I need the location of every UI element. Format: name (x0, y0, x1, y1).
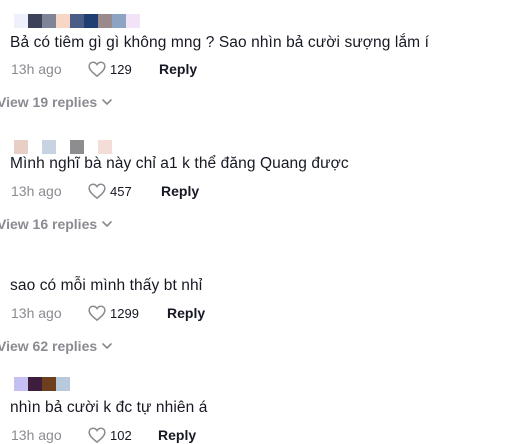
view-replies-button[interactable]: View 62 replies (0, 338, 112, 354)
view-replies-label: View 16 replies (0, 216, 98, 232)
comment-meta: 13h ago 102 Reply (11, 426, 196, 444)
comment-meta: 13h ago 457 Reply (11, 182, 199, 200)
reply-button[interactable]: Reply (167, 305, 205, 321)
like-button[interactable]: 129 (88, 61, 159, 77)
comment-timestamp: 13h ago (11, 305, 62, 321)
reply-button[interactable]: Reply (159, 61, 197, 77)
redaction-block (28, 14, 42, 28)
reply-button[interactable]: Reply (158, 427, 196, 443)
redaction-block (42, 14, 56, 28)
chevron-down-icon (97, 221, 112, 227)
view-replies-button[interactable]: View 16 replies (0, 216, 112, 232)
view-replies-label: View 19 replies (0, 94, 98, 110)
comment-meta: 13h ago 1299 Reply (11, 304, 205, 322)
comment-timestamp: 13h ago (11, 427, 62, 443)
like-count: 129 (110, 61, 132, 77)
view-replies-button[interactable]: View 19 replies (0, 94, 112, 110)
like-count: 457 (110, 183, 132, 199)
redaction-block (14, 14, 28, 28)
redaction-block (70, 14, 84, 28)
redaction-block (70, 140, 84, 154)
redaction-block (14, 377, 28, 391)
comment-text: Mình nghĩ bà này chỉ a1 k thể đăng Quang… (10, 155, 349, 172)
redaction-block (28, 377, 42, 391)
redaction-block (14, 140, 28, 154)
redaction-block (28, 140, 42, 154)
redaction-block (112, 14, 126, 28)
comment-text: nhìn bả cười k đc tự nhiên á (10, 399, 208, 416)
heart-icon[interactable] (88, 427, 106, 443)
redaction-block (84, 140, 98, 154)
heart-icon[interactable] (88, 61, 106, 77)
commenter-username-redacted[interactable] (14, 140, 112, 154)
chevron-down-icon (97, 343, 112, 349)
redaction-block (42, 377, 56, 391)
like-button[interactable]: 102 (88, 427, 158, 443)
like-button[interactable]: 457 (88, 183, 161, 199)
heart-icon[interactable] (88, 305, 106, 321)
commenter-username-redacted[interactable] (14, 377, 70, 391)
chevron-down-icon (97, 99, 112, 105)
redaction-block (98, 14, 112, 28)
heart-icon[interactable] (88, 183, 106, 199)
redaction-block (126, 14, 140, 28)
reply-button[interactable]: Reply (161, 183, 199, 199)
comment-text: sao có mỗi mình thấy bt nhỉ (10, 277, 203, 294)
redaction-block (84, 14, 98, 28)
redaction-block (56, 140, 70, 154)
view-replies-label: View 62 replies (0, 338, 98, 354)
comment-meta: 13h ago 129 Reply (11, 60, 197, 78)
redaction-block (56, 377, 70, 391)
redaction-block (42, 140, 56, 154)
comment-text: Bả có tiêm gì gì không mng ? Sao nhìn bả… (10, 34, 429, 51)
commenter-username-redacted[interactable] (14, 14, 140, 28)
like-count: 102 (110, 427, 132, 443)
redaction-block (98, 140, 112, 154)
comment-timestamp: 13h ago (11, 183, 62, 199)
redaction-block (56, 14, 70, 28)
like-button[interactable]: 1299 (88, 305, 167, 321)
like-count: 1299 (110, 305, 139, 321)
comment-timestamp: 13h ago (11, 61, 62, 77)
